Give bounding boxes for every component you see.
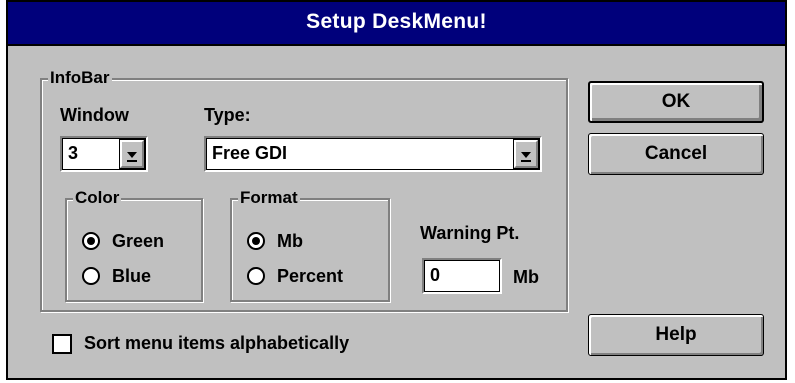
type-label: Type: bbox=[204, 105, 251, 125]
window-label: Window bbox=[60, 105, 129, 125]
warning-label: Warning Pt. bbox=[420, 223, 520, 243]
radio-percent[interactable] bbox=[247, 267, 265, 285]
format-group-label: Format bbox=[238, 188, 300, 208]
type-dropdown-button[interactable] bbox=[513, 139, 539, 169]
warning-input[interactable]: 0 bbox=[422, 258, 502, 294]
help-button[interactable]: Help bbox=[588, 314, 764, 356]
ok-button[interactable]: OK bbox=[588, 81, 764, 123]
type-dropdown-value: Free GDI bbox=[212, 143, 288, 163]
dropdown-arrow-icon bbox=[521, 152, 531, 162]
radio-percent-label[interactable]: Percent bbox=[277, 265, 343, 287]
sort-checkbox[interactable] bbox=[52, 334, 72, 354]
color-group-label: Color bbox=[73, 188, 122, 208]
radio-mb[interactable] bbox=[247, 232, 265, 250]
cancel-button[interactable]: Cancel bbox=[588, 133, 764, 175]
sort-checkbox-label[interactable]: Sort menu items alphabetically bbox=[84, 332, 349, 354]
radio-blue[interactable] bbox=[82, 267, 100, 285]
setup-dialog: Setup DeskMenu! InfoBar Window Type: 3 F… bbox=[6, 0, 787, 380]
radio-selected-dot bbox=[87, 237, 95, 245]
infobar-group-label: InfoBar bbox=[48, 68, 112, 88]
window-dropdown-button[interactable] bbox=[119, 139, 145, 169]
radio-green[interactable] bbox=[82, 232, 100, 250]
radio-blue-label[interactable]: Blue bbox=[112, 265, 151, 287]
title-bar[interactable]: Setup DeskMenu! bbox=[8, 2, 785, 46]
dialog-title: Setup DeskMenu! bbox=[306, 10, 487, 33]
radio-mb-label[interactable]: Mb bbox=[277, 230, 303, 252]
warning-input-value: 0 bbox=[430, 265, 441, 285]
window-dropdown-value: 3 bbox=[68, 143, 79, 163]
dropdown-arrow-icon bbox=[127, 152, 137, 162]
type-dropdown[interactable]: Free GDI bbox=[204, 136, 542, 172]
radio-green-label[interactable]: Green bbox=[112, 230, 164, 252]
radio-selected-dot bbox=[252, 237, 260, 245]
window-dropdown[interactable]: 3 bbox=[60, 136, 148, 172]
warning-unit: Mb bbox=[513, 267, 539, 287]
